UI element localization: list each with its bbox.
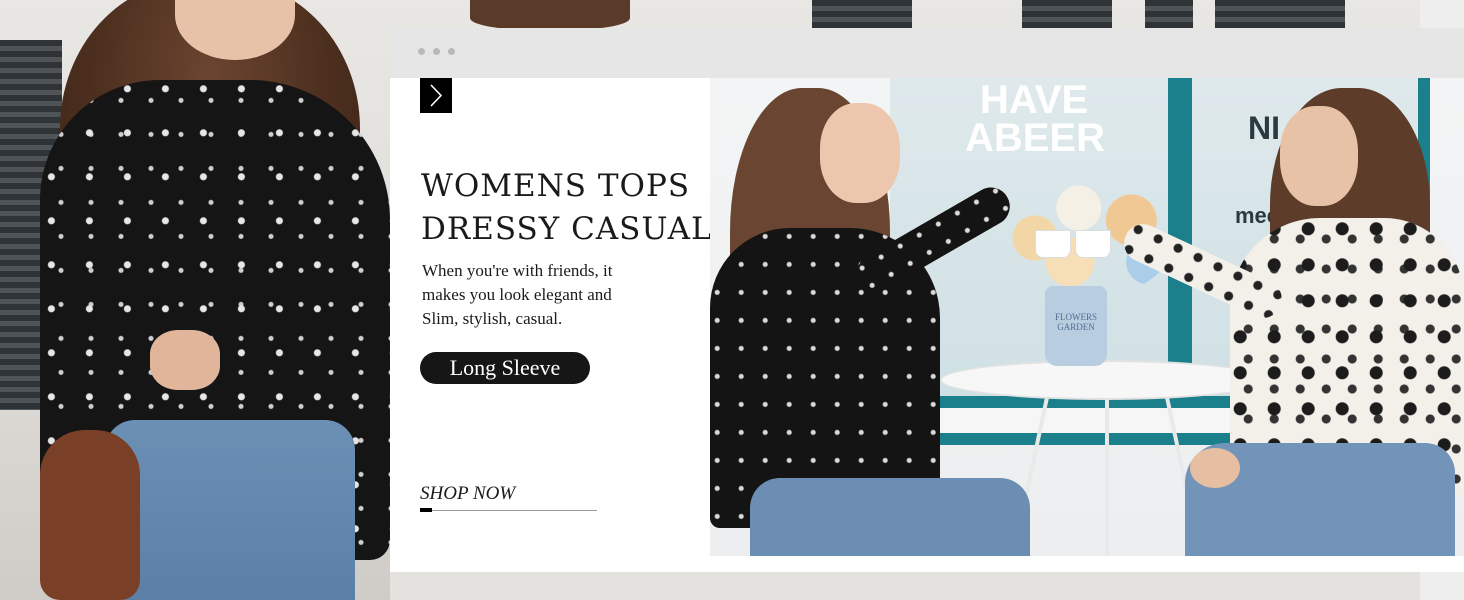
window-shutter-top-1 [812, 0, 912, 28]
flower-vase: FLOWERS GARDEN [1045, 286, 1107, 366]
headline-line-1: WOMENS TOPS [421, 168, 691, 204]
shop-now-link[interactable]: SHOP NOW [420, 483, 515, 505]
model-handbag [40, 430, 140, 600]
cup-left [1035, 230, 1071, 258]
second-model-hair [470, 0, 630, 30]
woman-left-jeans [750, 478, 1030, 556]
headline: WOMENS TOPS DRESSY CASUAL [421, 165, 721, 251]
window-sign-text-2: ABEER [965, 116, 1106, 160]
description: When you're with friends, it makes you l… [422, 259, 672, 331]
hero-bottom-strip [710, 556, 1420, 572]
model-jeans [105, 420, 355, 600]
next-slide-button[interactable] [420, 78, 452, 113]
vase-label-2: GARDEN [1057, 322, 1095, 332]
vase-label-1: FLOWERS [1054, 312, 1097, 322]
description-line-2: makes you look elegant and [422, 285, 612, 304]
woman-right-face [1280, 106, 1358, 206]
woman-left-face [820, 103, 900, 203]
window-shutter-top-2 [1022, 0, 1112, 28]
shop-now-underline [420, 510, 597, 511]
dot-icon [448, 48, 455, 55]
description-line-1: When you're with friends, it [422, 261, 613, 280]
ground-strip [390, 572, 1464, 600]
shop-now-underline-accent [420, 508, 432, 512]
promo-card: WOMENS TOPS DRESSY CASUAL When you're wi… [390, 28, 1464, 572]
model-hand [150, 330, 220, 390]
card-top-bar [390, 28, 1464, 78]
table-leg [1105, 388, 1109, 556]
window-sign-text-3: NI [1248, 110, 1280, 146]
hero-photo: HAVE ABEER NI mee FLOWERS GARDEN [710, 78, 1464, 556]
dot-icon [433, 48, 440, 55]
description-line-3: Slim, stylish, casual. [422, 309, 563, 328]
woman-right-knee [1190, 448, 1240, 488]
headline-line-2: DRESSY CASUAL [421, 211, 713, 247]
window-dots [418, 48, 455, 55]
long-sleeve-tag[interactable]: Long Sleeve [420, 352, 590, 384]
cup-right [1075, 230, 1111, 258]
dot-icon [418, 48, 425, 55]
chevron-right-icon [430, 84, 443, 107]
cafe-table [940, 360, 1270, 400]
window-shutter-top-4 [1215, 0, 1345, 28]
window-shutter-top-3 [1145, 0, 1193, 28]
